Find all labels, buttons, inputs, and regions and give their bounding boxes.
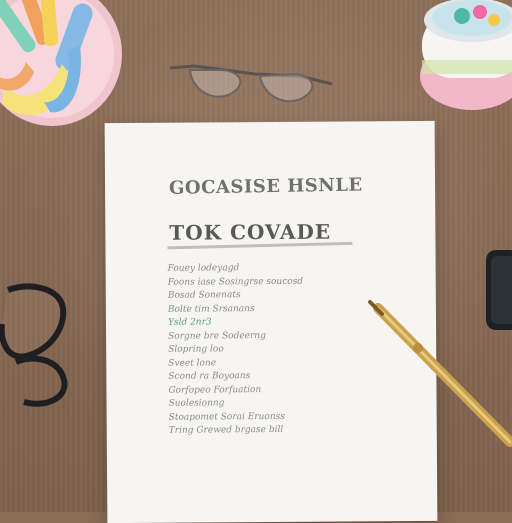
reading-glasses-icon (169, 64, 333, 103)
colorful-cup (420, 0, 512, 110)
desk-scene: GOCASISE HSNLE TOK COVADE Fouey lodeyagd… (0, 0, 512, 523)
paper-heading-main: TOK COVADE (169, 219, 332, 245)
black-glasses-icon (0, 283, 68, 407)
gold-pen (368, 300, 512, 447)
paper-heading-top: GOCASISE HSNLE (168, 174, 363, 199)
